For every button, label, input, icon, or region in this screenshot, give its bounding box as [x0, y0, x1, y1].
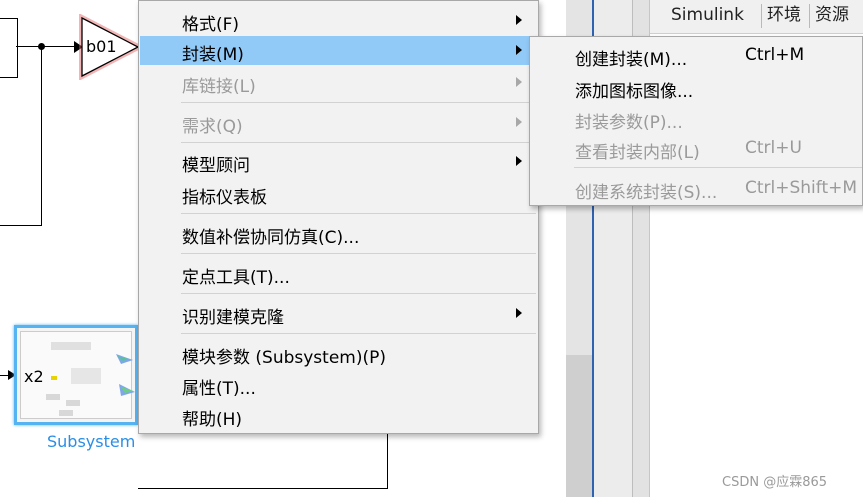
- menu-item-mask[interactable]: 封装(M): [140, 36, 537, 65]
- submenu-item-label: 创建系统封装(S)...: [575, 183, 718, 203]
- menu-item-label: 属性(T)...: [182, 379, 256, 399]
- menu-item-block-parameters[interactable]: 模块参数 (Subsystem)(P): [140, 339, 537, 368]
- subsystem-input-label: x2: [24, 367, 44, 386]
- signal-branch-line[interactable]: [41, 46, 42, 226]
- subsystem-output-line[interactable]: [138, 488, 388, 489]
- menu-item-label: 数值补偿协同仿真(C)...: [182, 228, 360, 248]
- menu-item-requirements[interactable]: 需求(Q): [140, 108, 537, 137]
- submenu-item-label: 查看封装内部(L): [575, 143, 700, 163]
- menu-separator: [181, 253, 536, 254]
- submenu-arrow-icon: [516, 308, 522, 318]
- tab-environment[interactable]: 环境: [767, 2, 801, 29]
- menu-item-label: 需求(Q): [182, 117, 243, 137]
- shortcut-label: Ctrl+Shift+M: [745, 178, 858, 198]
- gain-block-label: b01: [86, 37, 117, 56]
- submenu-item-label: 封装参数(P)...: [575, 113, 683, 133]
- menu-item-cosimulation[interactable]: 数值补偿协同仿真(C)...: [140, 219, 537, 248]
- shortcut-label: Ctrl+U: [745, 138, 802, 158]
- shortcut-label: Ctrl+M: [745, 45, 805, 65]
- submenu-arrow-icon: [516, 117, 522, 127]
- menu-separator: [181, 213, 536, 214]
- menu-item-fixed-point-tool[interactable]: 定点工具(T)...: [140, 259, 537, 288]
- menu-item-label: 模块参数 (Subsystem)(P): [182, 348, 386, 368]
- submenu-item-label: 添加图标图像...: [575, 82, 694, 102]
- menu-separator: [181, 293, 536, 294]
- menu-item-label: 封装(M): [182, 45, 244, 65]
- tab-divider: [761, 4, 762, 28]
- submenu-item-add-icon-image[interactable]: 添加图标图像...: [531, 72, 861, 102]
- tab-divider: [809, 4, 810, 28]
- menu-item-format[interactable]: 格式(F): [140, 6, 537, 35]
- signal-line[interactable]: [16, 46, 76, 47]
- mask-submenu: 创建封装(M)... Ctrl+M 添加图标图像... 封装参数(P)... 查…: [529, 36, 863, 206]
- submenu-item-look-under-mask[interactable]: 查看封装内部(L) Ctrl+U: [531, 133, 861, 163]
- block-context-menu: 格式(F) 封装(M) 库链接(L) 需求(Q) 模型顾问 指标仪表板 数值补偿…: [138, 0, 539, 434]
- tab-simulink[interactable]: Simulink: [671, 2, 744, 29]
- submenu-arrow-icon: [516, 156, 522, 166]
- submenu-arrow-icon: [516, 45, 522, 55]
- menu-separator: [181, 142, 536, 143]
- menu-item-label: 帮助(H): [182, 410, 243, 430]
- submenu-item-create-system-mask[interactable]: 创建系统封装(S)... Ctrl+Shift+M: [531, 173, 861, 203]
- submenu-arrow-icon: [516, 77, 522, 87]
- menu-item-label: 定点工具(T)...: [182, 268, 290, 288]
- menu-item-model-advisor[interactable]: 模型顾问: [140, 147, 537, 176]
- submenu-item-mask-parameters[interactable]: 封装参数(P)...: [531, 103, 861, 133]
- menu-item-label: 模型顾问: [182, 156, 250, 176]
- menu-item-help[interactable]: 帮助(H): [140, 401, 537, 430]
- menu-item-library-link[interactable]: 库链接(L): [140, 68, 537, 97]
- signal-branch-line[interactable]: [0, 225, 42, 226]
- menu-item-identify-clones[interactable]: 识别建模克隆: [140, 299, 537, 328]
- menu-separator: [181, 102, 536, 103]
- subsystem-output-line[interactable]: [387, 434, 388, 489]
- menu-item-label: 格式(F): [182, 15, 240, 35]
- menu-separator: [574, 167, 862, 168]
- submenu-arrow-icon: [516, 15, 522, 25]
- watermark: CSDN @应霖865: [722, 475, 828, 490]
- scrollbar-thumb[interactable]: [566, 355, 594, 497]
- menu-item-metrics-dashboard[interactable]: 指标仪表板: [140, 179, 537, 208]
- submenu-item-create-mask[interactable]: 创建封装(M)... Ctrl+M: [531, 40, 861, 70]
- menu-item-properties[interactable]: 属性(T)...: [140, 370, 537, 399]
- subsystem-name-label[interactable]: Subsystem: [47, 432, 135, 451]
- submenu-item-label: 创建封装(M)...: [575, 50, 688, 70]
- menu-item-label: 库链接(L): [182, 77, 256, 97]
- menu-separator: [181, 333, 536, 334]
- library-tabbar: Simulink 环境 资源: [650, 0, 863, 34]
- menu-item-label: 识别建模克隆: [182, 308, 284, 328]
- source-block[interactable]: [0, 18, 18, 78]
- menu-item-label: 指标仪表板: [182, 188, 267, 208]
- tab-resources[interactable]: 资源: [815, 2, 849, 29]
